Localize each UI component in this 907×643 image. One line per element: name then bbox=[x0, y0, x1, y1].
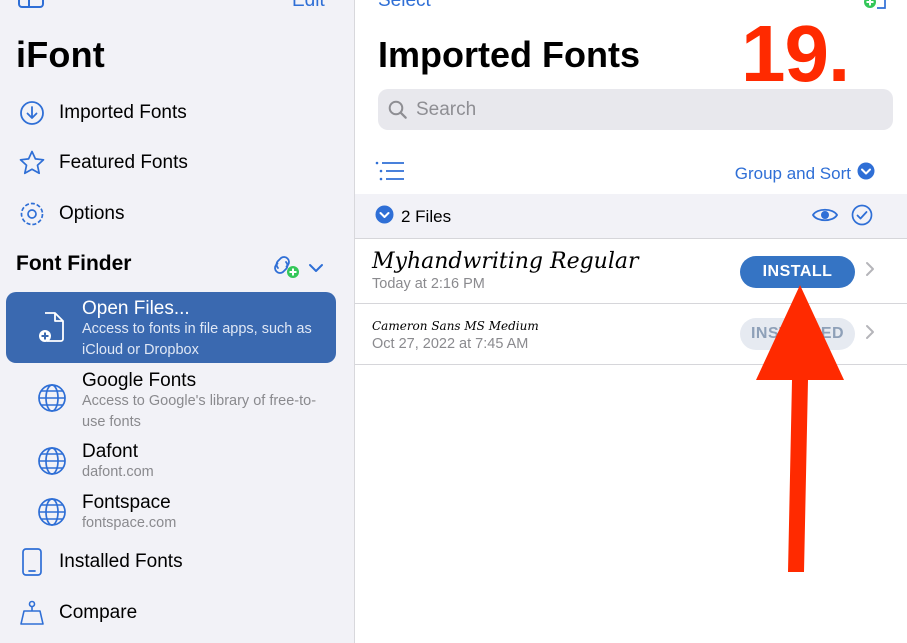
annotation-arrow bbox=[756, 285, 844, 572]
sidebar-item-featured-fonts[interactable]: Featured Fonts bbox=[0, 141, 354, 185]
font-date: Oct 27, 2022 at 7:45 AM bbox=[372, 336, 529, 352]
files-group-header[interactable]: 2 Files bbox=[355, 194, 907, 239]
star-icon bbox=[17, 148, 47, 178]
finder-item-title: Fontspace bbox=[82, 492, 171, 513]
finder-item-fontspace[interactable]: Fontspace fontspace.com bbox=[6, 486, 336, 536]
arrow-down-circle-icon bbox=[17, 98, 47, 128]
files-count: 2 Files bbox=[375, 205, 451, 229]
page-title: Imported Fonts bbox=[378, 34, 640, 75]
sidebar: Edit iFont Imported Fonts Featured Fonts… bbox=[0, 0, 355, 643]
font-finder-title: Font Finder bbox=[16, 252, 132, 275]
select-button[interactable]: Select bbox=[378, 0, 431, 12]
app-title: iFont bbox=[16, 34, 105, 75]
sidebar-item-options[interactable]: Options bbox=[0, 192, 354, 236]
list-icon[interactable] bbox=[375, 160, 407, 182]
sidebar-item-compare[interactable]: Compare bbox=[0, 591, 354, 635]
group-and-sort-button[interactable]: Group and Sort bbox=[735, 162, 875, 185]
eye-icon[interactable] bbox=[811, 205, 839, 230]
finder-item-subtitle: fontspace.com bbox=[82, 515, 177, 531]
edit-button[interactable]: Edit bbox=[292, 0, 325, 12]
step-number-annotation: 19. bbox=[741, 9, 850, 98]
font-finder-actions bbox=[272, 253, 324, 284]
chevron-right-icon bbox=[865, 261, 875, 282]
finder-item-dafont[interactable]: Dafont dafont.com bbox=[6, 435, 336, 485]
chevron-down-circle-icon bbox=[857, 162, 875, 185]
group-sort-label: Group and Sort bbox=[734, 163, 851, 183]
sidebar-item-installed-fonts[interactable]: Installed Fonts bbox=[0, 540, 354, 584]
sidebar-item-imported-fonts[interactable]: Imported Fonts bbox=[0, 91, 354, 135]
sidebar-item-label: Featured Fonts bbox=[59, 152, 188, 173]
gear-icon bbox=[17, 199, 47, 229]
finder-item-open-files[interactable]: Open Files... Access to fonts in file ap… bbox=[6, 292, 336, 363]
sidebar-item-label: Imported Fonts bbox=[59, 102, 187, 123]
globe-icon bbox=[34, 494, 70, 530]
chevron-down-icon[interactable] bbox=[308, 260, 324, 278]
finder-item-google-fonts[interactable]: Google Fonts Access to Google's library … bbox=[6, 363, 336, 433]
scale-icon bbox=[17, 598, 47, 628]
sidebar-toggle-icon[interactable] bbox=[18, 0, 44, 8]
finder-item-title: Google Fonts bbox=[82, 370, 197, 391]
font-name: Myhandwriting Regular bbox=[372, 249, 639, 274]
sidebar-item-label: Installed Fonts bbox=[59, 551, 183, 572]
globe-icon bbox=[34, 443, 70, 479]
finder-item-subtitle: dafont.com bbox=[82, 464, 154, 480]
sidebar-item-label: Options bbox=[59, 203, 125, 224]
iphone-icon bbox=[17, 547, 47, 577]
files-actions bbox=[811, 204, 873, 231]
add-link-icon[interactable] bbox=[272, 253, 300, 284]
list-toolbar: Group and Sort bbox=[355, 150, 907, 195]
document-add-icon bbox=[34, 309, 70, 345]
finder-item-subtitle: Access to Google's library of free-to-us… bbox=[82, 393, 317, 430]
chevron-down-circle-icon bbox=[375, 205, 394, 229]
checkmark-circle-icon[interactable] bbox=[851, 204, 873, 231]
finder-item-subtitle: Access to fonts in file apps, such as iC… bbox=[82, 321, 312, 358]
import-add-icon[interactable] bbox=[862, 0, 888, 14]
search-field[interactable] bbox=[378, 89, 893, 130]
finder-item-title: Open Files... bbox=[82, 298, 190, 319]
search-icon bbox=[388, 100, 408, 120]
files-count-label: 2 Files bbox=[401, 207, 452, 226]
chevron-right-icon bbox=[865, 324, 875, 345]
install-button[interactable]: INSTALL bbox=[740, 256, 855, 288]
font-date: Today at 2:16 PM bbox=[372, 276, 485, 292]
font-name: Cameron Sans MS Medium bbox=[372, 319, 539, 333]
search-input[interactable] bbox=[414, 97, 878, 122]
globe-icon bbox=[34, 380, 70, 416]
sidebar-item-label: Compare bbox=[59, 602, 138, 623]
finder-item-title: Dafont bbox=[82, 441, 138, 462]
